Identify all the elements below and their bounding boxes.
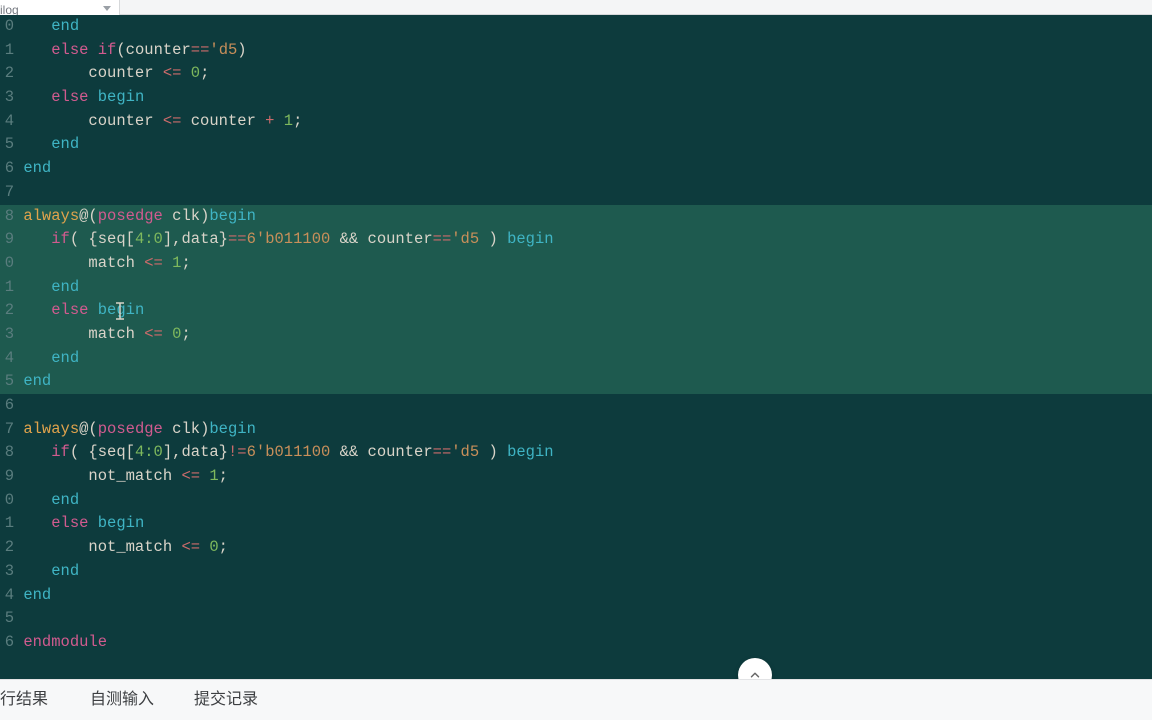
code-editor[interactable]: 0 end 1 else if(counter=='d5) 2 counter … (0, 15, 1152, 680)
code-line[interactable]: match <= 1; (14, 252, 191, 276)
line-number: 7 (0, 181, 14, 205)
tab-submissions[interactable]: 提交记录 (174, 688, 278, 713)
line-number: 0 (0, 489, 14, 513)
line-number: 9 (0, 228, 14, 252)
code-line[interactable]: else begin (14, 512, 144, 536)
code-line[interactable]: end (14, 489, 79, 513)
code-line[interactable]: not_match <= 0; (14, 536, 228, 560)
code-line[interactable]: else if(counter=='d5) (14, 39, 247, 63)
line-number: 8 (0, 205, 14, 229)
line-number: 3 (0, 86, 14, 110)
top-bar: rilog (0, 0, 1152, 15)
tab-results[interactable]: 行结果 (0, 688, 70, 713)
bottom-tabs: 行结果 自测输入 提交记录 (0, 679, 1152, 720)
tab-label: 提交记录 (194, 691, 258, 708)
code-line[interactable]: end (14, 276, 79, 300)
code-line[interactable]: not_match <= 1; (14, 465, 228, 489)
code-line[interactable]: if( {seq[4:0],data}==6'b011100 && counte… (14, 228, 554, 252)
tab-selftest[interactable]: 自测输入 (70, 688, 174, 713)
line-number: 1 (0, 276, 14, 300)
line-number: 7 (0, 418, 14, 442)
tab-label: 行结果 (0, 691, 48, 708)
code-line[interactable]: else begin (14, 299, 144, 323)
line-number: 5 (0, 133, 14, 157)
line-number: 1 (0, 39, 14, 63)
line-number: 6 (0, 157, 14, 181)
code-line[interactable]: end (14, 584, 51, 608)
code-line[interactable]: end (14, 370, 51, 394)
line-number: 5 (0, 607, 14, 631)
line-number: 8 (0, 441, 14, 465)
line-number: 4 (0, 584, 14, 608)
code-line[interactable]: always@(posedge clk)begin (14, 418, 256, 442)
line-number: 2 (0, 536, 14, 560)
tab-label: 自测输入 (90, 691, 154, 708)
code-line[interactable]: end (14, 560, 79, 584)
code-line[interactable]: if( {seq[4:0],data}!=6'b011100 && counte… (14, 441, 554, 465)
line-number: 0 (0, 252, 14, 276)
code-line[interactable]: end (14, 347, 79, 371)
line-number: 4 (0, 347, 14, 371)
line-number: 3 (0, 560, 14, 584)
line-number: 2 (0, 299, 14, 323)
code-line[interactable]: end (14, 157, 51, 181)
line-number: 4 (0, 110, 14, 134)
line-number: 6 (0, 394, 14, 418)
code-line[interactable]: always@(posedge clk)begin (14, 205, 256, 229)
line-number: 3 (0, 323, 14, 347)
line-number: 5 (0, 370, 14, 394)
code-line[interactable]: counter <= 0; (14, 62, 209, 86)
code-line[interactable]: end (14, 133, 79, 157)
line-number: 9 (0, 465, 14, 489)
code-line[interactable]: endmodule (14, 631, 107, 655)
line-number: 6 (0, 631, 14, 655)
code-line[interactable]: match <= 0; (14, 323, 191, 347)
code-line[interactable]: counter <= counter + 1; (14, 110, 302, 134)
code-line[interactable]: end (14, 15, 79, 39)
line-number: 1 (0, 512, 14, 536)
line-number: 2 (0, 62, 14, 86)
line-number: 0 (0, 15, 14, 39)
code-line[interactable]: else begin (14, 86, 144, 110)
